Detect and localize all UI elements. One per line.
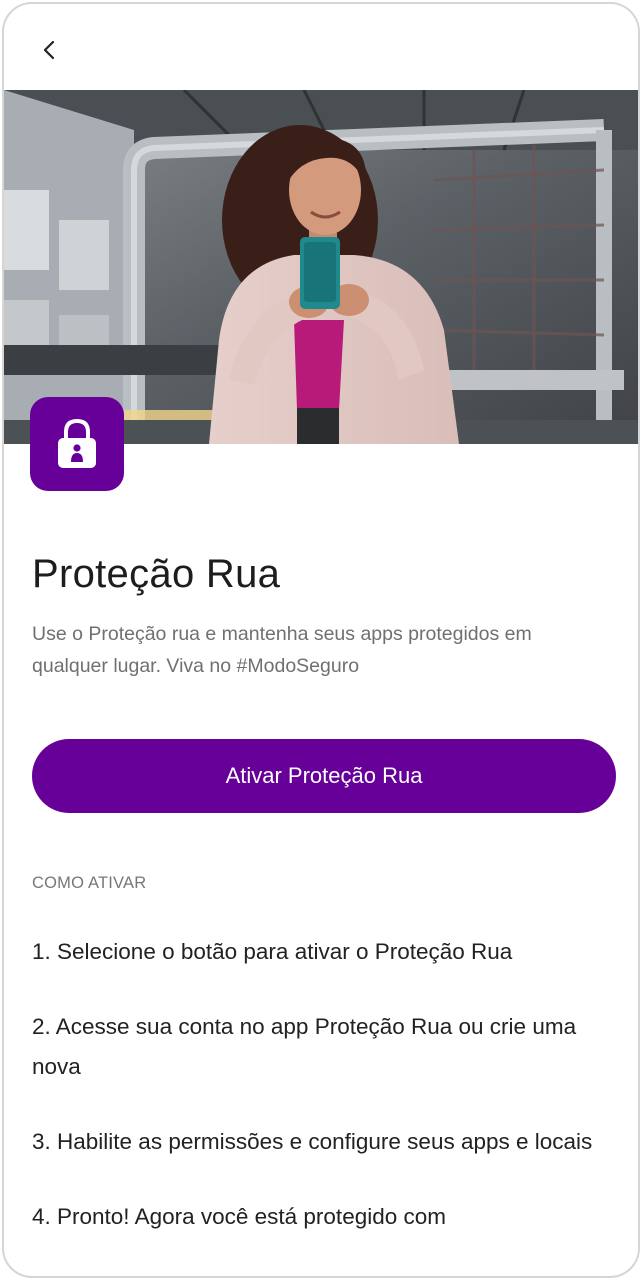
app-screen: Proteção Rua Use o Proteção rua e manten… <box>2 2 640 1278</box>
activate-button[interactable]: Ativar Proteção Rua <box>32 739 616 813</box>
app-icon-badge <box>30 397 124 491</box>
instruction-step-1: 1. Selecione o botão para ativar o Prote… <box>32 939 513 964</box>
instructions-heading: COMO ATIVAR <box>32 874 147 892</box>
instruction-step-2: 2. Acesse sua conta no app Proteção Rua … <box>32 1014 577 1079</box>
instruction-step-4: 4. Pronto! Agora você está protegido com <box>32 1204 446 1229</box>
back-button[interactable] <box>30 30 70 70</box>
page-title: Proteção Rua <box>32 552 281 596</box>
page-description: Use o Proteção rua e mantenha seus apps … <box>32 623 532 677</box>
hero-image <box>4 90 638 444</box>
instructions-list: 1. Selecione o botão para ativar o Prote… <box>32 932 622 1237</box>
hero-photo-illustration <box>4 90 638 444</box>
padlock-person-icon <box>58 418 96 468</box>
chevron-left-icon <box>43 40 55 60</box>
instruction-step-3: 3. Habilite as permissões e configure se… <box>32 1129 593 1154</box>
top-bar <box>4 4 638 90</box>
